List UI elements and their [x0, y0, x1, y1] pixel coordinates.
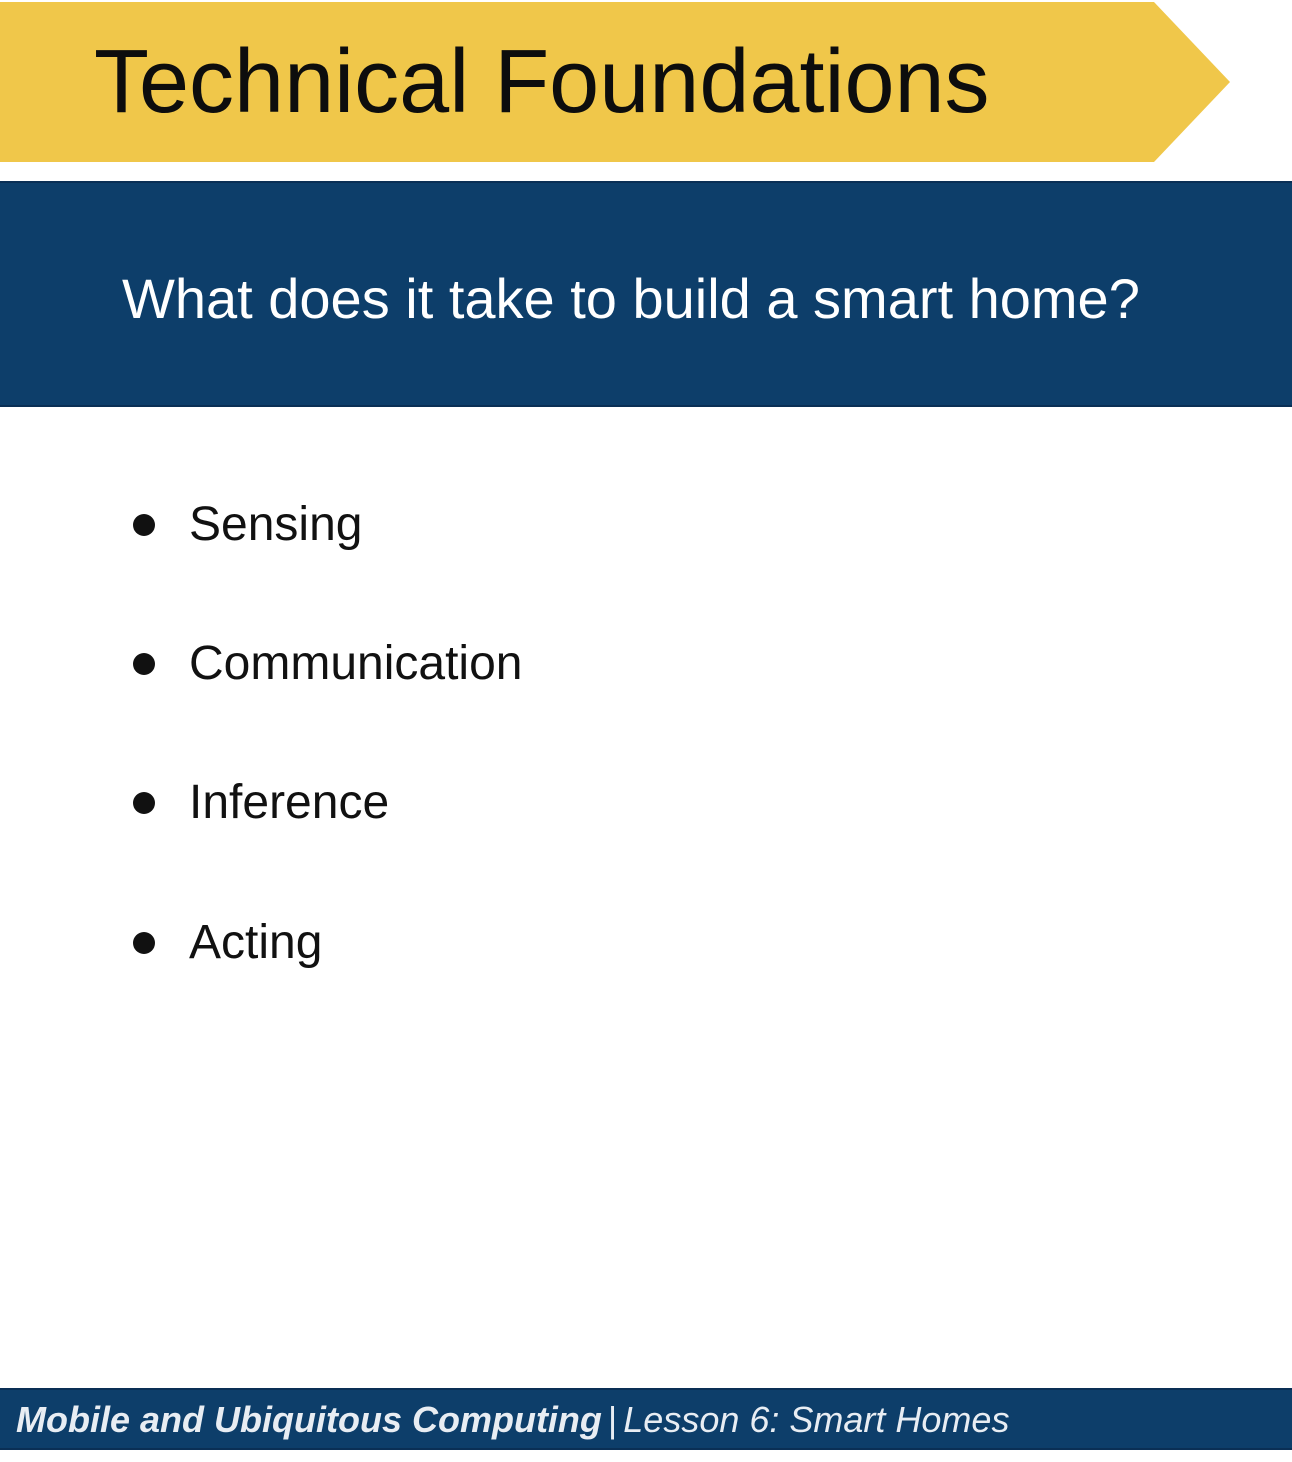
- question-band: What does it take to build a smart home?: [0, 181, 1292, 407]
- footer-lesson: Lesson 6: Smart Homes: [623, 1399, 1010, 1440]
- bullet-label: Inference: [189, 776, 390, 829]
- footer-text: Mobile and Ubiquitous Computing | Lesson 6…: [16, 1400, 1009, 1440]
- footer-separator: |: [607, 1399, 618, 1440]
- bullet-item-communication: Communication: [0, 619, 900, 709]
- slide-question: What does it take to build a smart home?: [122, 267, 1140, 330]
- bullet-label: Sensing: [189, 498, 363, 551]
- slide-footer: Mobile and Ubiquitous Computing | Lesson 6…: [0, 1388, 1292, 1450]
- bullet-icon: [133, 932, 155, 954]
- bullet-label: Acting: [189, 916, 323, 969]
- slide-title: Technical Foundations: [94, 32, 990, 132]
- bullet-icon: [133, 792, 155, 814]
- bullet-item-sensing: Sensing: [0, 480, 900, 570]
- footer-course: Mobile and Ubiquitous Computing: [16, 1399, 602, 1440]
- bullet-item-acting: Acting: [0, 898, 900, 988]
- bullet-item-inference: Inference: [0, 758, 900, 848]
- title-banner: Technical Foundations: [0, 2, 1232, 162]
- bullet-icon: [133, 514, 155, 536]
- bullet-label: Communication: [189, 637, 523, 690]
- bullet-icon: [133, 653, 155, 675]
